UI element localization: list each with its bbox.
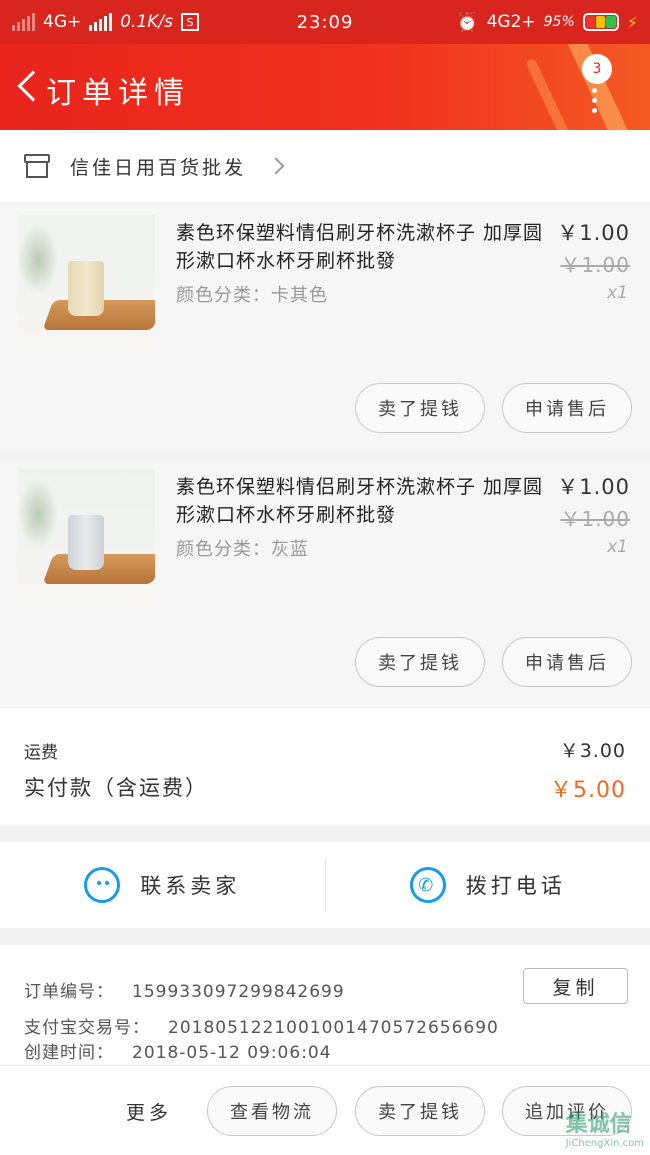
product-image[interactable] — [18, 215, 155, 352]
view-logistics-button[interactable]: 查看物流 — [207, 1086, 337, 1136]
alarm-icon: ⏰ — [456, 11, 479, 33]
battery-icon — [582, 13, 619, 31]
page-title: 订单详情 — [46, 76, 190, 111]
created-time: 2018-05-12 09:06:04 — [132, 1043, 332, 1063]
product-image[interactable] — [18, 469, 155, 606]
product-price: ￥1.00 — [557, 475, 630, 499]
signal-icon-sim1 — [12, 13, 35, 31]
shop-name: 信佳日用百货批发 — [70, 156, 247, 179]
order-number: 159933097299842699 — [132, 982, 345, 1002]
order-info: 订单编号： 159933097299842699 复制 支付宝交易号： 201805… — [0, 945, 650, 1065]
status-bar-left: 4G+ 0.1K/s S — [12, 12, 200, 32]
call-phone-button[interactable]: ✆ 拨打电话 — [326, 842, 650, 928]
order-item[interactable]: 素色环保塑料情侣刷牙杯洗漱杯子 加厚圆形漱口杯水杯牙刷杯批發 颜色分类：灰蓝 ￥… — [0, 459, 650, 707]
alipay-number-line: 支付宝交易号： 2018051221001001470572656690 — [24, 1013, 499, 1038]
product-title[interactable]: 素色环保塑料情侣刷牙杯洗漱杯子 加厚圆形漱口杯水杯牙刷杯批發 — [176, 219, 546, 275]
status-bar: 4G+ 0.1K/s S 23:09 ⏰ 4G2+ 95% ⚡ — [0, 0, 650, 44]
after-sale-button[interactable]: 申请售后 — [502, 383, 632, 433]
shop-icon — [24, 154, 50, 178]
remind-button[interactable]: 卖了提钱 — [355, 383, 485, 433]
paid-value: ￥5.00 — [550, 778, 626, 803]
charging-icon: ⚡ — [626, 12, 638, 32]
battery-percent: 95% — [543, 14, 575, 30]
copy-button[interactable]: 复制 — [523, 968, 628, 1004]
after-sale-button[interactable]: 申请售后 — [502, 637, 632, 687]
more-menu-button[interactable]: 3 — [580, 50, 620, 120]
message-badge: 3 — [582, 54, 612, 84]
order-number-label: 订单编号： — [24, 982, 114, 1002]
chevron-right-icon — [267, 157, 285, 175]
order-item[interactable]: 素色环保塑料情侣刷牙杯洗漱杯子 加厚圆形漱口杯水杯牙刷杯批發 颜色分类：卡其色 … — [0, 205, 650, 453]
created-time-line: 创建时间： 2018-05-12 09:06:04 — [24, 1038, 332, 1063]
shop-row[interactable]: 信佳日用百货批发 — [0, 130, 650, 202]
network-type-left: 4G+ — [43, 12, 82, 32]
contact-bar: 联系卖家 ✆ 拨打电话 — [0, 842, 650, 928]
network-speed: 0.1K/s — [120, 12, 174, 32]
shipping-label: 运费 — [24, 743, 58, 763]
paid-label: 实付款（含运费） — [24, 776, 208, 800]
s-app-icon: S — [181, 13, 200, 31]
contact-seller-label: 联系卖家 — [140, 874, 241, 898]
more-button[interactable]: 更多 — [126, 1098, 172, 1125]
phone-icon: ✆ — [409, 867, 446, 903]
product-title[interactable]: 素色环保塑料情侣刷牙杯洗漱杯子 加厚圆形漱口杯水杯牙刷杯批發 — [176, 473, 546, 529]
more-dots-icon — [592, 88, 598, 118]
header-decoration — [525, 57, 585, 130]
signal-icon-sim2 — [89, 13, 113, 31]
shipping-value: ￥3.00 — [559, 740, 626, 762]
back-button[interactable] — [10, 64, 49, 108]
product-original-price: ￥1.00 — [560, 253, 630, 277]
product-quantity: x1 — [607, 283, 628, 303]
call-phone-label: 拨打电话 — [465, 874, 566, 898]
product-spec: 颜色分类：卡其色 — [176, 285, 328, 306]
watermark-text: 集诚信 — [565, 1112, 632, 1137]
created-time-label: 创建时间： — [24, 1043, 114, 1063]
network-type-right: 4G2+ — [486, 12, 536, 32]
order-number-line: 订单编号： 159933097299842699 — [24, 977, 345, 1002]
product-quantity: x1 — [607, 537, 628, 557]
product-original-price: ￥1.00 — [560, 507, 630, 531]
order-totals: 运费 ￥3.00 实付款（含运费） ￥5.00 — [0, 708, 650, 825]
remind-button[interactable]: 卖了提钱 — [355, 1086, 485, 1136]
bottom-action-bar: 更多 查看物流 卖了提钱 追加评价 集诚信 JiChengXin.com — [0, 1065, 650, 1155]
product-spec: 颜色分类：灰蓝 — [176, 539, 309, 560]
watermark-url: JiChengXin.com — [565, 1138, 644, 1149]
alipay-number: 2018051221001001470572656690 — [168, 1018, 499, 1038]
remind-button[interactable]: 卖了提钱 — [355, 637, 485, 687]
watermark-logo: 集诚信 JiChengXin.com — [566, 1106, 644, 1149]
contact-seller-button[interactable]: 联系卖家 — [0, 842, 325, 928]
header: 订单详情 3 — [0, 44, 650, 130]
alipay-number-label: 支付宝交易号： — [24, 1018, 150, 1038]
chat-icon — [84, 867, 121, 903]
product-price: ￥1.00 — [557, 221, 630, 245]
status-bar-right: ⏰ 4G2+ 95% ⚡ — [456, 12, 638, 33]
back-arrow-icon — [17, 70, 49, 102]
